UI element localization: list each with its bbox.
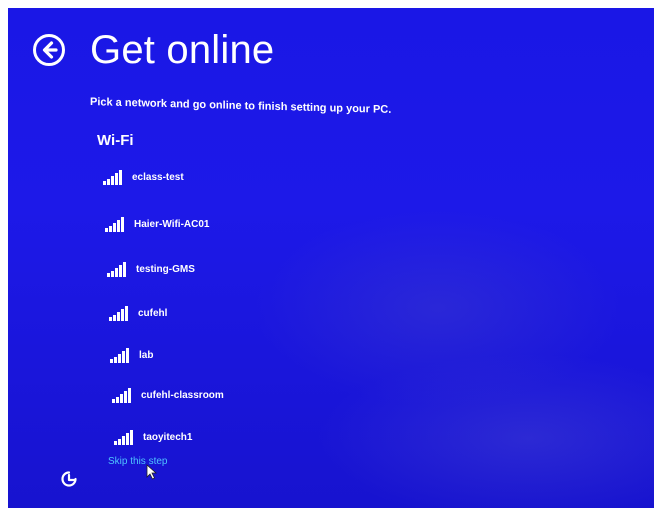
- mouse-pointer-icon: [146, 464, 158, 480]
- instructions-text: Pick a network and go online to finish s…: [90, 96, 392, 116]
- wifi-signal-icon: [103, 170, 122, 185]
- back-arrow-icon[interactable]: [32, 33, 66, 67]
- network-name: lab: [139, 349, 154, 361]
- wifi-signal-icon: [112, 388, 131, 403]
- network-name: Haier-Wifi-AC01: [134, 218, 210, 230]
- wifi-section-label: Wi-Fi: [97, 132, 134, 149]
- ease-of-access-icon[interactable]: [60, 470, 78, 488]
- wifi-signal-icon: [114, 430, 133, 445]
- wifi-signal-icon: [109, 306, 128, 321]
- wifi-signal-icon: [107, 262, 126, 277]
- network-item-haier-wifi[interactable]: Haier-Wifi-AC01: [104, 213, 209, 235]
- network-name: cufehl-classroom: [141, 389, 224, 401]
- network-item-lab[interactable]: lab: [109, 344, 153, 366]
- network-name: cufehl: [138, 307, 168, 319]
- network-item-testing-gms[interactable]: testing-GMS: [106, 258, 195, 280]
- network-name: taoyitech1: [143, 431, 193, 443]
- wifi-signal-icon: [105, 217, 124, 232]
- network-item-cufehl-classroom[interactable]: cufehl-classroom: [111, 384, 224, 406]
- skip-this-step-link[interactable]: Skip this step: [108, 456, 167, 467]
- network-name: eclass-test: [132, 171, 184, 183]
- network-item-eclass-test[interactable]: eclass-test: [102, 166, 184, 188]
- network-name: testing-GMS: [136, 263, 195, 275]
- network-item-taoyitech1[interactable]: taoyitech1: [113, 426, 192, 448]
- wifi-signal-icon: [110, 348, 129, 363]
- setup-screen: Get online Pick a network and go online …: [8, 8, 654, 508]
- page-title: Get online: [90, 28, 275, 72]
- network-item-cufehl[interactable]: cufehl: [108, 302, 167, 324]
